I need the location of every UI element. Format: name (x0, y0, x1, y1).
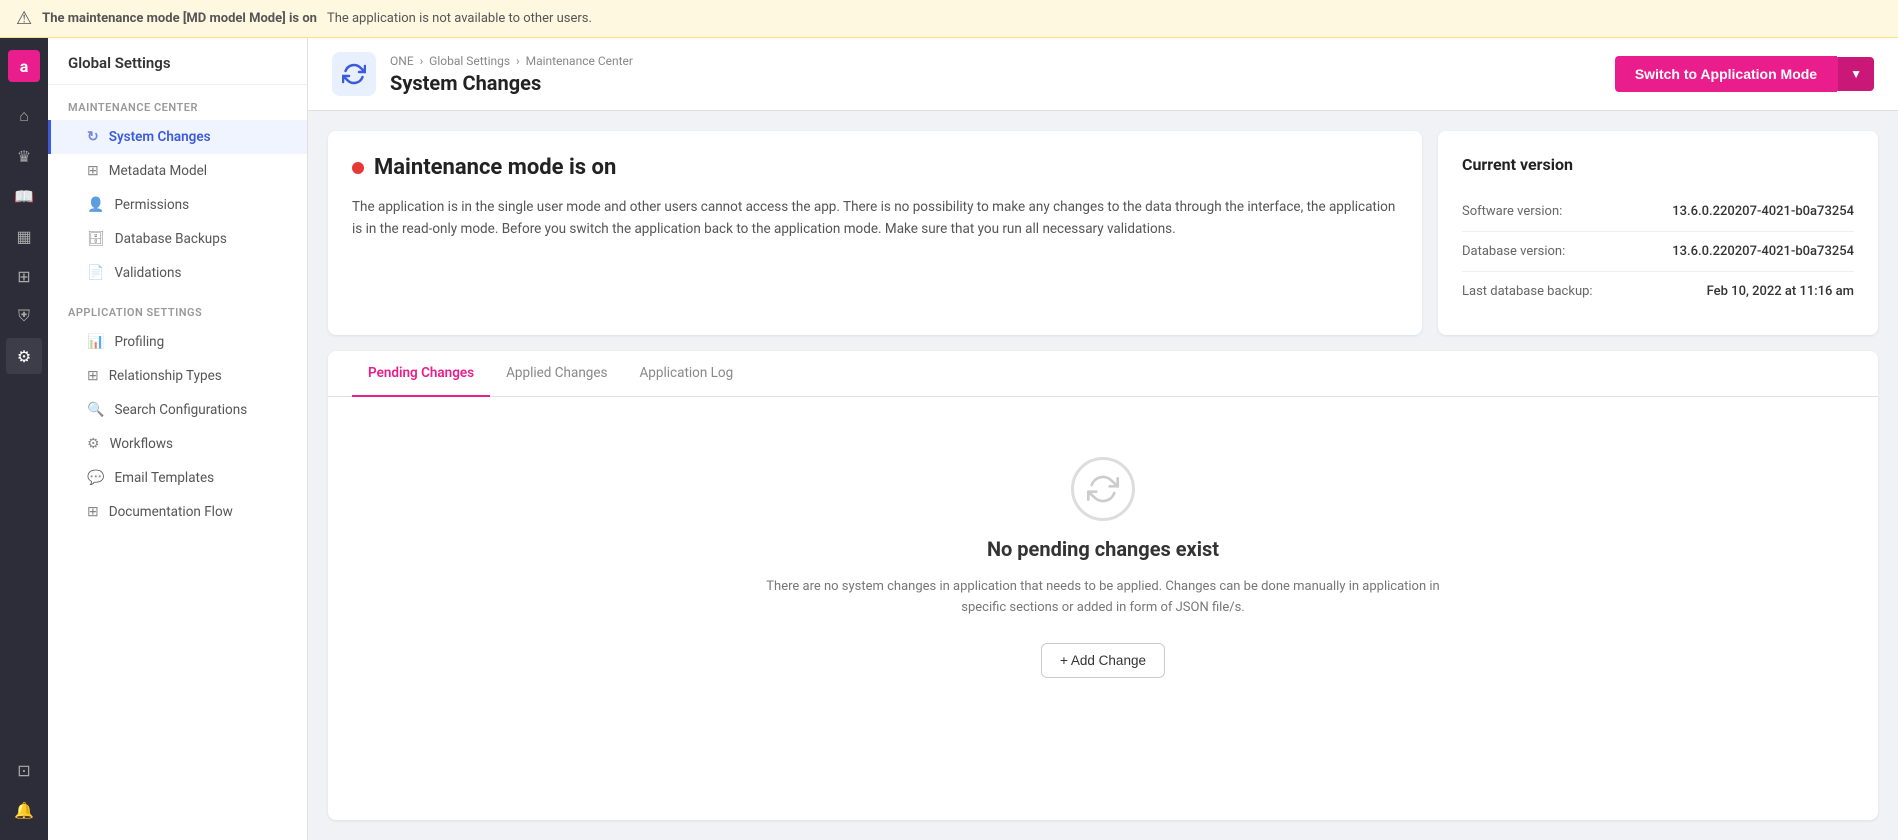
version-row-backup: Last database backup: Feb 10, 2022 at 11… (1462, 272, 1854, 311)
permissions-icon: 👤 (87, 197, 104, 213)
empty-state-title: No pending changes exist (987, 537, 1219, 561)
page-header: ONE › Global Settings › Maintenance Cent… (308, 38, 1898, 111)
app-logo[interactable]: a (8, 50, 40, 82)
version-card: Current version Software version: 13.6.0… (1438, 131, 1878, 335)
version-row-database: Database version: 13.6.0.220207-4021-b0a… (1462, 232, 1854, 272)
crown-icon[interactable]: ♛ (6, 138, 42, 174)
tabs-card: Pending Changes Applied Changes Applicat… (328, 351, 1878, 820)
icon-bar: a ⌂ ♛ 📖 ▦ ⊞ ⛨ ⚙ ⊡ 🔔 (0, 38, 48, 840)
warning-text: The maintenance mode [MD model Mode] is … (42, 11, 317, 26)
validations-icon: 📄 (87, 265, 104, 281)
tab-application-log[interactable]: Application Log (624, 351, 750, 397)
last-backup-label: Last database backup: (1462, 284, 1593, 299)
tabs-header: Pending Changes Applied Changes Applicat… (328, 351, 1878, 397)
maintenance-description: The application is in the single user mo… (352, 196, 1398, 241)
sidebar-item-label: Email Templates (114, 470, 214, 486)
maintenance-card: Maintenance mode is on The application i… (328, 131, 1422, 335)
breadcrumb-one[interactable]: ONE (390, 54, 414, 68)
sidebar-item-label: Relationship Types (109, 368, 222, 384)
sidebar-item-label: Documentation Flow (109, 504, 233, 520)
sidebar-item-validations[interactable]: 📄 Validations (48, 256, 307, 290)
software-version-label: Software version: (1462, 204, 1562, 219)
settings-icon[interactable]: ⚙ (6, 338, 42, 374)
docs-icon: ⊞ (87, 504, 99, 520)
sidebar-item-label: System Changes (109, 129, 211, 145)
workflows-icon: ⚙ (87, 436, 100, 452)
switch-to-application-mode-button[interactable]: Switch to Application Mode (1615, 56, 1837, 92)
sidebar-title: Global Settings (48, 38, 307, 85)
relationship-icon: ⊞ (87, 368, 99, 384)
page-title: System Changes (390, 71, 633, 95)
empty-state-description: There are no system changes in applicati… (753, 577, 1453, 619)
database-version-label: Database version: (1462, 244, 1565, 259)
sync-icon: ↻ (87, 129, 99, 145)
database-version-value: 13.6.0.220207-4021-b0a73254 (1672, 244, 1854, 259)
maintenance-title: Maintenance mode is on (352, 155, 1398, 180)
email-icon: 💬 (87, 470, 104, 486)
sidebar-item-label: Permissions (114, 197, 189, 213)
sidebar-item-relationship-types[interactable]: ⊞ Relationship Types (48, 359, 307, 393)
warning-icon: ⚠ (16, 8, 32, 29)
maintenance-section-label: Maintenance Center (48, 85, 307, 120)
bell-icon[interactable]: 🔔 (6, 792, 42, 828)
sidebar: Global Settings Maintenance Center ↻ Sys… (48, 38, 308, 840)
sidebar-item-workflows[interactable]: ⚙ Workflows (48, 427, 307, 461)
screen-icon[interactable]: ⊡ (6, 752, 42, 788)
sidebar-item-label: Profiling (114, 334, 164, 350)
top-row: Maintenance mode is on The application i… (328, 131, 1878, 335)
profiling-icon: 📊 (87, 334, 104, 350)
content-body: Maintenance mode is on The application i… (308, 111, 1898, 840)
software-version-value: 13.6.0.220207-4021-b0a73254 (1672, 204, 1854, 219)
header-icon-box (332, 52, 376, 96)
shield-icon[interactable]: ⛨ (6, 298, 42, 334)
sidebar-item-label: Workflows (110, 436, 173, 452)
sidebar-item-email-templates[interactable]: 💬 Email Templates (48, 461, 307, 495)
switch-btn-dropdown-arrow[interactable]: ▼ (1837, 57, 1874, 91)
last-backup-value: Feb 10, 2022 at 11:16 am (1707, 284, 1854, 299)
app-section-label: Application Settings (48, 290, 307, 325)
tab-applied-changes[interactable]: Applied Changes (490, 351, 623, 397)
database-icon: 🗄 (87, 231, 105, 247)
sidebar-item-label: Validations (114, 265, 181, 281)
breadcrumb: ONE › Global Settings › Maintenance Cent… (390, 54, 633, 68)
version-card-title: Current version (1462, 155, 1854, 174)
book-icon[interactable]: 📖 (6, 178, 42, 214)
warning-subtext: The application is not available to othe… (327, 11, 592, 26)
empty-state: No pending changes exist There are no sy… (328, 397, 1878, 738)
sidebar-item-search-configurations[interactable]: 🔍 Search Configurations (48, 393, 307, 427)
warning-banner: ⚠ The maintenance mode [MD model Mode] i… (0, 0, 1898, 38)
switch-btn-group: Switch to Application Mode ▼ (1615, 56, 1874, 92)
maintenance-title-text: Maintenance mode is on (374, 155, 616, 180)
sidebar-item-database-backups[interactable]: 🗄 Database Backups (48, 222, 307, 256)
version-row-software: Software version: 13.6.0.220207-4021-b0a… (1462, 192, 1854, 232)
header-left: ONE › Global Settings › Maintenance Cent… (332, 52, 633, 96)
sidebar-item-label: Search Configurations (114, 402, 247, 418)
home-icon[interactable]: ⌂ (6, 98, 42, 134)
sidebar-item-metadata-model[interactable]: ⊞ Metadata Model (48, 154, 307, 188)
sidebar-item-system-changes[interactable]: ↻ System Changes (48, 120, 307, 154)
sidebar-item-label: Database Backups (115, 231, 227, 247)
breadcrumb-maintenance-center[interactable]: Maintenance Center (526, 54, 633, 68)
sidebar-item-profiling[interactable]: 📊 Profiling (48, 325, 307, 359)
chart-icon[interactable]: ⊞ (6, 258, 42, 294)
metadata-icon: ⊞ (87, 163, 99, 179)
sidebar-item-label: Metadata Model (109, 163, 207, 179)
tab-pending-changes[interactable]: Pending Changes (352, 351, 490, 397)
main-content: ONE › Global Settings › Maintenance Cent… (308, 38, 1898, 840)
breadcrumb-global-settings[interactable]: Global Settings (429, 54, 510, 68)
sidebar-item-permissions[interactable]: 👤 Permissions (48, 188, 307, 222)
search-icon: 🔍 (87, 402, 104, 418)
table-icon[interactable]: ▦ (6, 218, 42, 254)
empty-state-icon (1071, 457, 1135, 521)
sidebar-item-documentation-flow[interactable]: ⊞ Documentation Flow (48, 495, 307, 529)
red-dot (352, 162, 364, 174)
add-change-button[interactable]: + Add Change (1041, 643, 1165, 678)
